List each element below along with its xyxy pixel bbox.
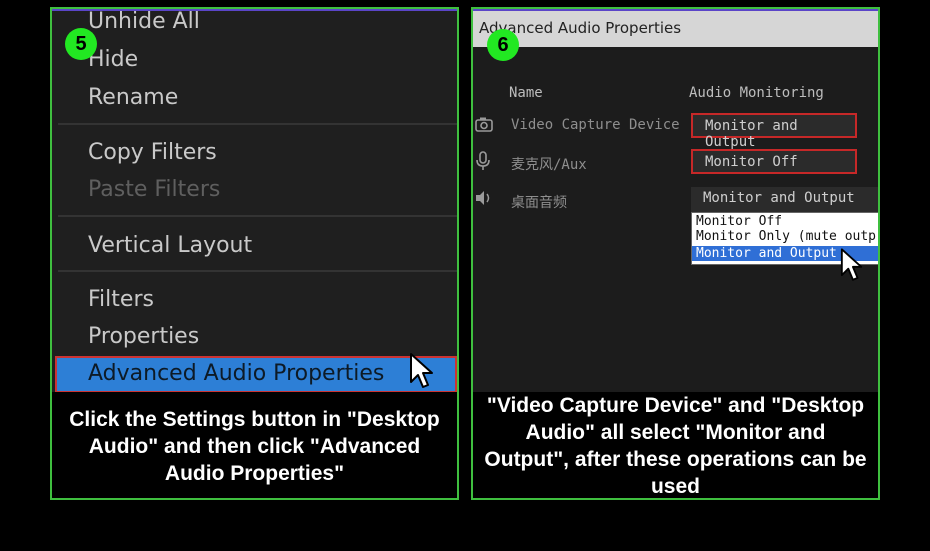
menu-separator [58,270,457,272]
row-name-desktop-audio: 桌面音频 [511,195,567,211]
step-6-panel: Advanced Audio Properties Name Audio Mon… [471,7,880,500]
step-badge: 6 [487,29,519,61]
dialog-titlebar: Advanced Audio Properties [473,9,878,47]
menu-item-rename[interactable]: Rename [88,85,178,110]
menu-item-vertical-layout[interactable]: Vertical Layout [88,233,252,258]
dropdown-option-monitor-only[interactable]: Monitor Only (mute outp [696,229,876,244]
dropdown-option-monitor-off[interactable]: Monitor Off [696,214,782,229]
menu-separator [58,123,457,125]
mouse-cursor-icon [840,248,863,281]
menu-item-properties[interactable]: Properties [88,324,199,349]
row-name-video-capture: Video Capture Device [511,117,680,133]
monitoring-select-desktop-audio[interactable]: Monitor and Output [691,187,878,212]
monitoring-select-video-capture[interactable]: Monitor and Output [691,113,857,150]
column-header-audio-monitoring: Audio Monitoring [689,85,824,101]
microphone-icon [476,151,490,170]
row-name-microphone: 麦克风/Aux [511,157,587,173]
menu-item-copy-filters[interactable]: Copy Filters [88,140,217,165]
menu-item-filters[interactable]: Filters [88,287,154,312]
mouse-cursor-icon [410,353,433,388]
column-header-name: Name [509,85,543,101]
audio-properties-screenshot: Advanced Audio Properties Name Audio Mon… [473,9,878,392]
audio-properties-dialog: Name Audio Monitoring Video Capture Devi… [473,47,878,392]
monitoring-select-microphone[interactable]: Monitor Off [691,149,857,174]
menu-item-label: Advanced Audio Properties [88,361,385,386]
menu-separator [58,215,457,217]
speaker-icon [476,191,490,205]
step-5-panel: Unhide All Hide Rename Copy Filters Past… [50,7,459,500]
step-caption: "Video Capture Device" and "Desktop Audi… [484,394,867,498]
menu-item-advanced-audio-properties[interactable]: Advanced Audio Properties [55,356,457,392]
menu-item-paste-filters: Paste Filters [88,177,221,202]
step-badge: 5 [65,28,97,60]
menu-item-unhide-all[interactable]: Unhide All [88,11,200,34]
camera-icon [475,117,493,132]
menu-item-hide[interactable]: Hide [88,47,138,72]
context-menu-screenshot: Unhide All Hide Rename Copy Filters Past… [52,9,457,392]
step-caption: Click the Settings button in "Desktop Au… [69,407,440,485]
